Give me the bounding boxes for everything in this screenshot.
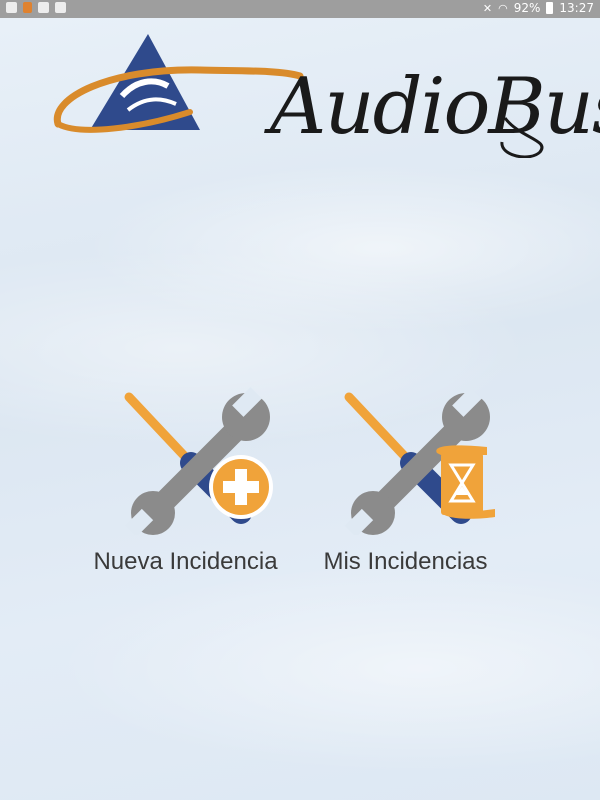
mute-icon: ✕ xyxy=(482,1,493,15)
tools-hourglass-icon xyxy=(344,387,495,535)
mis-incidencias-label: Mis Incidencias xyxy=(323,548,488,575)
logo-text: AudioBus xyxy=(270,62,600,152)
nueva-incidencia-button[interactable]: Nueva Incidencia xyxy=(78,385,293,585)
photos-icon xyxy=(55,2,66,13)
status-icons: ✕ ◠ 92% 13:27 xyxy=(483,1,594,15)
wifi-icon: ◠ xyxy=(498,1,508,15)
battery-percent: 92% xyxy=(513,1,541,15)
clock: 13:27 xyxy=(559,1,594,15)
nueva-incidencia-label: Nueva Incidencia xyxy=(93,548,278,575)
status-bar: ✕ ◠ 92% 13:27 xyxy=(0,0,600,18)
tools-plus-icon xyxy=(124,387,273,535)
gallery-icon xyxy=(6,2,17,13)
notification-icons xyxy=(6,2,66,13)
app-notification-icon xyxy=(23,2,32,13)
mis-incidencias-button[interactable]: Mis Incidencias xyxy=(298,385,513,585)
battery-icon xyxy=(546,2,554,14)
audiobus-logo: AudioBus xyxy=(50,28,600,159)
camera-icon xyxy=(38,2,49,13)
